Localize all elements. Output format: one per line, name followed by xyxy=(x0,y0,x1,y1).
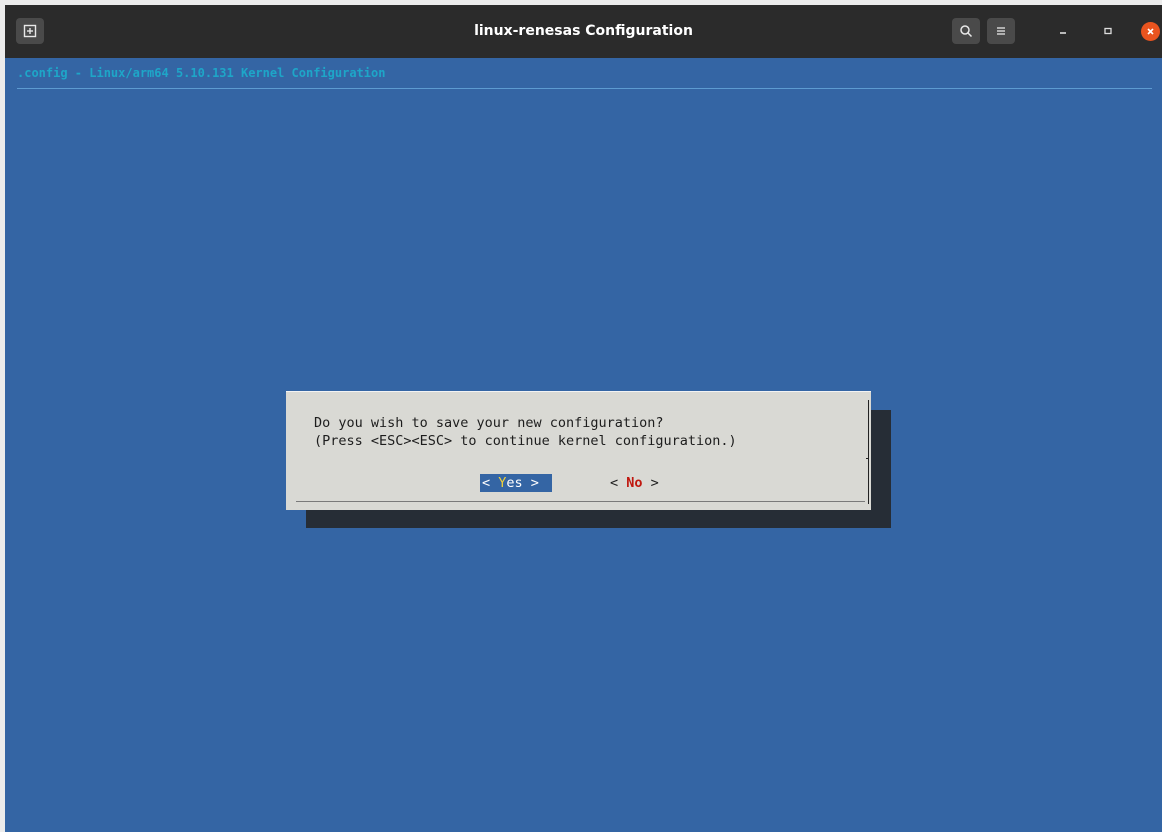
no-button-left: < xyxy=(610,475,627,491)
search-button[interactable] xyxy=(952,18,980,44)
menuconfig-backtitle: .config - Linux/arm64 5.10.131 Kernel Co… xyxy=(17,66,386,80)
dialog-message-line2: (Press <ESC><ESC> to continue kernel con… xyxy=(314,433,737,449)
backtitle-underline xyxy=(17,88,1152,89)
no-button-rest: > xyxy=(642,475,659,491)
maximize-icon xyxy=(1104,27,1112,35)
dialog-message-line1: Do you wish to save your new configurati… xyxy=(314,415,664,431)
menu-button[interactable] xyxy=(987,18,1015,44)
close-icon xyxy=(1147,28,1154,35)
terminal-screen[interactable]: .config - Linux/arm64 5.10.131 Kernel Co… xyxy=(5,58,1162,832)
search-icon xyxy=(960,25,973,38)
dialog-border-tick xyxy=(866,458,869,459)
yes-button-left: < xyxy=(482,475,499,491)
close-button[interactable] xyxy=(1141,22,1160,41)
minimize-button[interactable] xyxy=(1055,23,1071,39)
dialog-bottom-border xyxy=(296,501,865,502)
yes-button-rest: es > xyxy=(506,475,539,491)
terminal-window: linux-renesas Configuration .config - Li… xyxy=(5,5,1162,832)
minimize-icon xyxy=(1060,32,1066,34)
hamburger-menu-icon xyxy=(997,27,1005,35)
dialog-right-border xyxy=(868,400,869,504)
dialog-message: Do you wish to save your new configurati… xyxy=(314,414,737,450)
no-button-hotkey: No xyxy=(626,475,643,491)
maximize-button[interactable] xyxy=(1100,23,1116,39)
no-button[interactable]: < No > xyxy=(608,474,661,492)
yes-button[interactable]: < Yes > xyxy=(480,474,552,492)
save-config-dialog: Do you wish to save your new configurati… xyxy=(286,391,871,510)
window-titlebar[interactable]: linux-renesas Configuration xyxy=(5,5,1162,58)
